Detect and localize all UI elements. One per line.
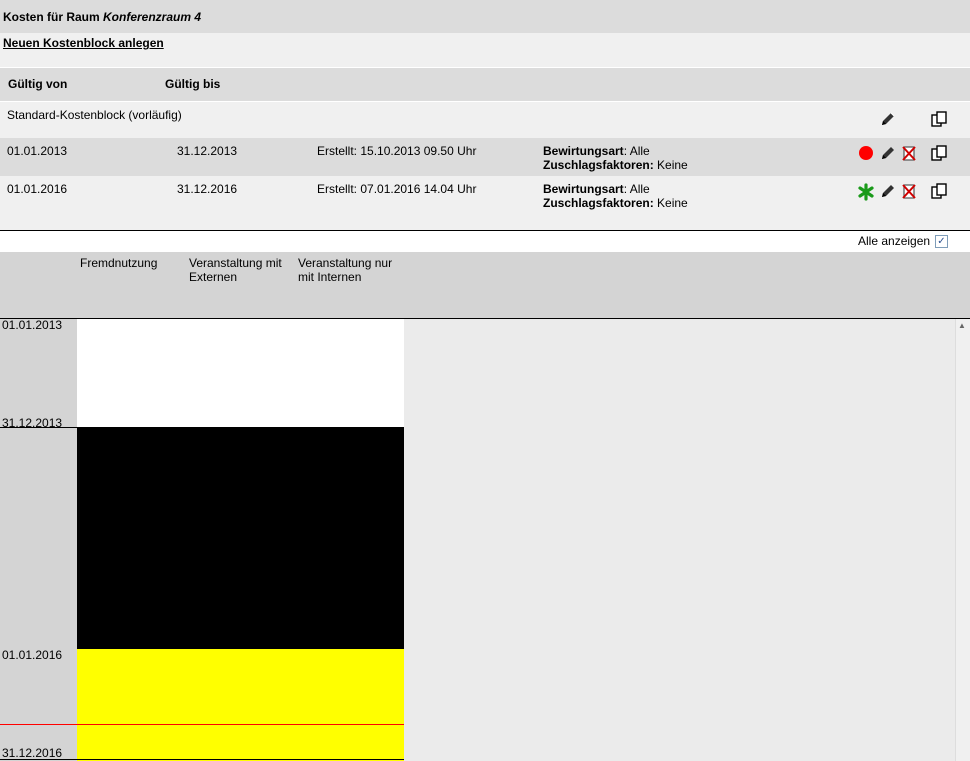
room-name: Konferenzraum 4 [103, 10, 202, 24]
cost-block-row [0, 138, 970, 176]
header-valid-to: Gültig bis [165, 77, 221, 91]
edit-pencil-icon[interactable] [879, 144, 897, 162]
row-created: Erstellt: 07.01.2016 14.04 Uhr [317, 182, 477, 196]
copy-icon[interactable] [930, 110, 948, 128]
timeline-date-axis [0, 319, 77, 761]
row-valid-from: 01.01.2016 [7, 182, 68, 196]
copy-icon[interactable] [930, 182, 948, 200]
date-label: 01.01.2013 [2, 318, 63, 332]
date-label: 31.12.2016 [2, 746, 63, 760]
row-valid-to: 31.12.2013 [177, 144, 238, 158]
column-internal-events: Veranstaltung nur mit Internen [298, 256, 393, 284]
date-label: 01.01.2016 [2, 648, 63, 662]
row-catering: Bewirtungsart: Alle [543, 182, 650, 196]
cost-block-2016[interactable] [77, 649, 404, 761]
green-asterisk-icon[interactable] [857, 183, 875, 201]
row-surcharge: Zuschlagsfaktoren: Keine [543, 158, 688, 172]
row-valid-from: 01.01.2013 [7, 144, 68, 158]
scroll-up-arrow-icon[interactable]: ▲ [958, 321, 966, 330]
standard-block-label: Standard-Kostenblock (vorläufig) [7, 108, 182, 122]
row-created: Erstellt: 15.10.2013 09.50 Uhr [317, 144, 477, 158]
row-surcharge: Zuschlagsfaktoren: Keine [543, 196, 688, 210]
row-valid-to: 31.12.2016 [177, 182, 238, 196]
today-line [0, 724, 404, 725]
vertical-scrollbar[interactable] [955, 319, 970, 761]
page-title: Kosten für Raum Konferenzraum 4 [3, 10, 202, 24]
table-padding [0, 218, 970, 230]
divider [0, 230, 970, 231]
edit-pencil-icon[interactable] [879, 110, 897, 128]
cost-block-2013[interactable] [77, 319, 404, 427]
show-all-checkbox[interactable]: ✓ [935, 235, 948, 248]
column-fremdnutzung: Fremdnutzung [80, 256, 158, 270]
copy-icon[interactable] [930, 144, 948, 162]
show-all-label: Alle anzeigen [858, 234, 931, 248]
delete-icon[interactable] [900, 144, 918, 162]
timeline-gap [77, 427, 404, 649]
row-catering: Bewirtungsart: Alle [543, 144, 650, 158]
edit-pencil-icon[interactable] [879, 182, 897, 200]
delete-icon[interactable] [900, 182, 918, 200]
table-header [0, 68, 970, 102]
header-valid-from: Gültig von [8, 77, 68, 91]
cost-block-row [0, 176, 970, 218]
red-dot-icon[interactable] [857, 144, 875, 162]
date-label: 31.12.2013 [2, 416, 63, 430]
column-external-events: Veranstaltung mit Externen [189, 256, 282, 284]
new-cost-block-link[interactable]: Neuen Kostenblock anlegen [3, 36, 164, 50]
